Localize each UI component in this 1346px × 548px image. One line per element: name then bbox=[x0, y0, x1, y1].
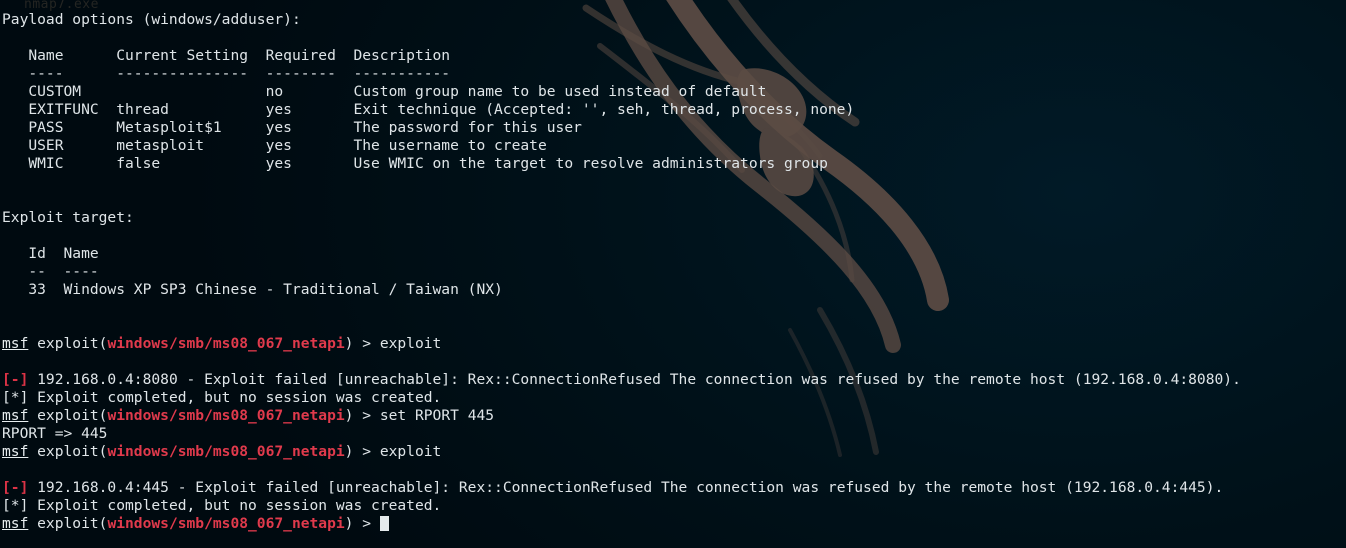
prompt-cmd-label: exploit( bbox=[28, 443, 108, 460]
prompt-line[interactable]: msf exploit(windows/smb/ms08_067_netapi)… bbox=[2, 335, 1346, 353]
prompt-prefix: msf bbox=[2, 443, 29, 460]
payload-options-header-row: Name Current Setting Required Descriptio… bbox=[2, 47, 1346, 65]
active-prompt-line[interactable]: msf exploit(windows/smb/ms08_067_netapi)… bbox=[2, 515, 1346, 533]
prompt-module: windows/smb/ms08_067_netapi bbox=[107, 407, 345, 424]
table-row: 33 Windows XP SP3 Chinese - Traditional … bbox=[2, 281, 503, 298]
status-line: [*] Exploit completed, but no session wa… bbox=[2, 389, 1346, 407]
prompt-cmd-label: exploit( bbox=[28, 515, 108, 532]
prompt-suffix: ) > bbox=[344, 407, 380, 424]
prompt-line[interactable]: msf exploit(windows/smb/ms08_067_netapi)… bbox=[2, 443, 1346, 461]
table-row: USER metasploit yes The username to crea… bbox=[2, 137, 547, 154]
prompt-suffix: ) > bbox=[344, 335, 380, 352]
prompt-suffix: ) > bbox=[344, 443, 380, 460]
status-text: Exploit completed, but no session was cr… bbox=[28, 389, 442, 406]
status-line: [*] Exploit completed, but no session wa… bbox=[2, 497, 1346, 515]
status-marker: [*] bbox=[2, 389, 29, 406]
prompt-module: windows/smb/ms08_067_netapi bbox=[107, 335, 345, 352]
error-line: [-] 192.168.0.4:8080 - Exploit failed [u… bbox=[2, 371, 1346, 389]
col-header-name: Name Current Setting Required Descriptio… bbox=[2, 47, 451, 64]
error-marker: [-] bbox=[2, 479, 29, 496]
payload-options-heading: Payload options (windows/adduser): bbox=[2, 11, 301, 28]
error-marker: [-] bbox=[2, 371, 29, 388]
output-line: RPORT => 445 bbox=[2, 425, 108, 442]
terminal-window[interactable]: nmap7.exe Payload options (windows/addus… bbox=[0, 0, 1346, 548]
prompt-module: windows/smb/ms08_067_netapi bbox=[107, 443, 345, 460]
text-cursor[interactable] bbox=[379, 516, 390, 531]
prompt-prefix: msf bbox=[2, 335, 29, 352]
prompt-prefix: msf bbox=[2, 407, 29, 424]
prompt-line[interactable]: msf exploit(windows/smb/ms08_067_netapi)… bbox=[2, 407, 1346, 425]
error-line: [-] 192.168.0.4:445 - Exploit failed [un… bbox=[2, 479, 1346, 497]
exploit-target-heading: Exploit target: bbox=[2, 209, 134, 226]
table-row: CUSTOM no Custom group name to be used i… bbox=[2, 83, 767, 100]
error-text: 192.168.0.4:445 - Exploit failed [unreac… bbox=[28, 479, 1224, 496]
exploit-target-rule-row: -- ---- bbox=[2, 263, 99, 280]
table-row: WMIC false yes Use WMIC on the target to… bbox=[2, 155, 828, 172]
table-row: PASS Metasploit$1 yes The password for t… bbox=[2, 119, 582, 136]
status-text: Exploit completed, but no session was cr… bbox=[28, 497, 442, 514]
typed-command: exploit bbox=[379, 443, 442, 460]
typed-command: exploit bbox=[379, 335, 442, 352]
prompt-prefix: msf bbox=[2, 515, 29, 532]
prompt-module: windows/smb/ms08_067_netapi bbox=[107, 515, 345, 532]
table-row: EXITFUNC thread yes Exit technique (Acce… bbox=[2, 101, 855, 118]
payload-options-rule-row: ---- --------------- -------- ----------… bbox=[2, 65, 451, 82]
prompt-cmd-label: exploit( bbox=[28, 407, 108, 424]
prompt-suffix: ) > bbox=[344, 515, 380, 532]
error-text: 192.168.0.4:8080 - Exploit failed [unrea… bbox=[28, 371, 1241, 388]
prompt-cmd-label: exploit( bbox=[28, 335, 108, 352]
exploit-target-header-row: Id Name bbox=[2, 245, 99, 262]
terminal-screen[interactable]: Payload options (windows/adduser): Name … bbox=[0, 0, 1346, 533]
status-marker: [*] bbox=[2, 497, 29, 514]
typed-command: set RPORT 445 bbox=[379, 407, 495, 424]
